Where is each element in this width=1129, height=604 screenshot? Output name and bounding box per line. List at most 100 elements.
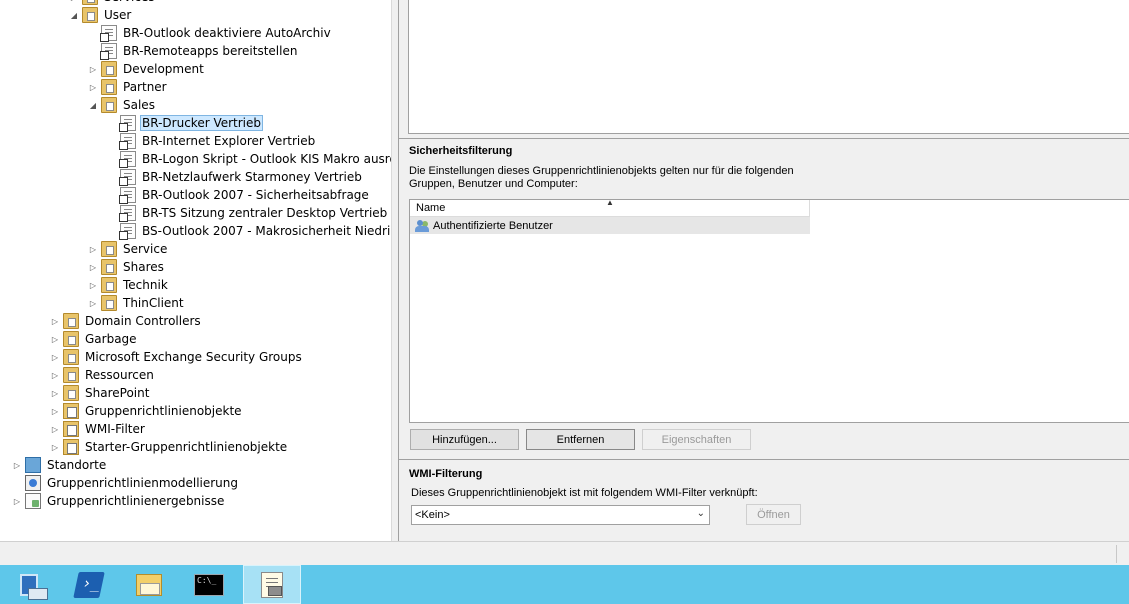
- tree-item-label: BR-Internet Explorer Vertrieb: [142, 134, 316, 148]
- tree-item[interactable]: ▷ SharePoint: [49, 384, 151, 402]
- remove-button[interactable]: Entfernen: [526, 429, 635, 450]
- tree-item[interactable]: ▷ Partner: [87, 78, 169, 96]
- expand-arrow-icon[interactable]: ▷: [49, 330, 61, 348]
- tree-item[interactable]: ▷ Gruppenrichtlinienergebnisse: [11, 492, 226, 510]
- wmi-filtering-title: WMI-Filterung: [409, 468, 483, 480]
- chevron-down-icon: ⌄: [696, 508, 705, 519]
- tree-item[interactable]: ▷ Standorte: [11, 456, 108, 474]
- expand-arrow-icon[interactable]: ▷: [49, 348, 61, 366]
- expand-arrow-icon[interactable]: ▷: [87, 276, 99, 294]
- wmi-filter-dropdown[interactable]: <Kein> ⌄: [411, 505, 710, 525]
- ou-folder-icon: [101, 79, 117, 95]
- tree-item-label: Services: [102, 0, 157, 5]
- expand-arrow-icon[interactable]: ▷: [87, 294, 99, 312]
- status-bar-separator: [1116, 545, 1117, 563]
- tree-item[interactable]: ▷ Ressourcen: [49, 366, 156, 384]
- tree-item[interactable]: ▷ WMI-Filter: [49, 420, 147, 438]
- results-icon: [25, 493, 41, 509]
- tree-item[interactable]: BR-Netzlaufwerk Starmoney Vertrieb: [106, 168, 364, 186]
- gpo-link-icon: [100, 43, 117, 60]
- tree-item[interactable]: ▷ ThinClient: [87, 294, 186, 312]
- tree-item[interactable]: ◢ Sales: [87, 96, 157, 114]
- ou-folder-icon: [101, 259, 117, 275]
- tree-item[interactable]: ▷ Service: [87, 240, 169, 258]
- status-bar: [0, 541, 1129, 565]
- gpo-link-icon: [119, 151, 136, 168]
- section-divider: [399, 459, 1129, 460]
- gpo-link-icon: [119, 223, 136, 240]
- group-policy-management-icon: [261, 571, 283, 598]
- tree-item-label: Sales: [123, 98, 155, 112]
- expand-arrow-icon[interactable]: ▷: [49, 402, 61, 420]
- column-header-name[interactable]: Name ▲: [410, 198, 810, 217]
- tree-item-label: BR-Logon Skript - Outlook KIS Makro ausr…: [142, 152, 392, 166]
- tree-item-label: Partner: [123, 80, 167, 94]
- tree-item[interactable]: ▷ Domain Controllers: [49, 312, 203, 330]
- expand-arrow-icon[interactable]: ▷: [49, 420, 61, 438]
- tree-item-label: BR-Outlook 2007 - Sicherheitsabfrage: [142, 188, 369, 202]
- tree-item[interactable]: ▷ Starter-Gruppenrichtlinienobjekte: [49, 438, 289, 456]
- tree-item[interactable]: ▷ Development: [87, 60, 206, 78]
- security-filter-list[interactable]: Name ▲ Authentifizierte Benutzer: [409, 198, 1129, 423]
- ou-folder-icon: [101, 97, 117, 113]
- tree-item[interactable]: ▷ Technik: [87, 276, 170, 294]
- tree-item[interactable]: ▷ Gruppenrichtlinienobjekte: [49, 402, 244, 420]
- taskbar-file-explorer[interactable]: [120, 565, 178, 604]
- tree-item[interactable]: ▷ Microsoft Exchange Security Groups: [49, 348, 304, 366]
- tree-item[interactable]: Gruppenrichtlinienmodellierung: [11, 474, 240, 492]
- expand-arrow-icon[interactable]: ▷: [49, 384, 61, 402]
- tree-item[interactable]: BR-TS Sitzung zentraler Desktop Vertrieb: [106, 204, 389, 222]
- tree-item[interactable]: BR-Outlook deaktiviere AutoArchiv: [87, 24, 333, 42]
- security-filtering-title: Sicherheitsfilterung: [409, 145, 513, 157]
- tree-item-label: SharePoint: [85, 386, 150, 400]
- gpo-folder-icon: [63, 439, 79, 455]
- tree-item[interactable]: BS-Outlook 2007 - Makrosicherheit Niedri…: [106, 222, 392, 240]
- ou-folder-icon: [101, 241, 117, 257]
- taskbar-command-prompt[interactable]: [180, 565, 238, 604]
- tree-item[interactable]: BR-Remoteapps bereitstellen: [87, 42, 299, 60]
- tree-item[interactable]: ▷ Shares: [87, 258, 166, 276]
- gpo-tree-pane[interactable]: ▷ Services ◢ User BR-Outlook deaktiviere Aut…: [0, 0, 392, 541]
- expand-arrow-icon[interactable]: ▷: [87, 240, 99, 258]
- gpo-link-icon: [119, 133, 136, 150]
- taskbar-server-manager[interactable]: [0, 565, 58, 604]
- list-item[interactable]: Authentifizierte Benutzer: [410, 217, 810, 234]
- tree-item[interactable]: ◢ User: [68, 6, 133, 24]
- taskbar-powershell[interactable]: [60, 565, 118, 604]
- tree-item-label: BR-Outlook deaktiviere AutoArchiv: [123, 26, 331, 40]
- expand-arrow-icon[interactable]: ▷: [87, 78, 99, 96]
- collapse-arrow-icon[interactable]: ◢: [87, 96, 99, 114]
- tree-item[interactable]: ▷ Garbage: [49, 330, 139, 348]
- expand-arrow-icon[interactable]: ▷: [49, 312, 61, 330]
- tree-scrollbar[interactable]: [391, 0, 398, 541]
- tree-item[interactable]: BR-Drucker Vertrieb: [106, 114, 264, 132]
- open-button[interactable]: Öffnen: [746, 504, 801, 525]
- expand-arrow-icon[interactable]: ▷: [49, 366, 61, 384]
- tree-item-label: Shares: [123, 260, 164, 274]
- properties-button[interactable]: Eigenschaften: [642, 429, 751, 450]
- taskbar-group-policy-management[interactable]: [243, 565, 301, 604]
- expand-arrow-icon[interactable]: ▷: [11, 456, 23, 474]
- tree-item-label: BR-Netzlaufwerk Starmoney Vertrieb: [142, 170, 362, 184]
- powershell-icon: [73, 571, 105, 598]
- add-button[interactable]: Hinzufügen...: [410, 429, 519, 450]
- gpo-links-list[interactable]: [408, 0, 1129, 134]
- expand-arrow-icon[interactable]: ▷: [87, 258, 99, 276]
- tree-item[interactable]: BR-Outlook 2007 - Sicherheitsabfrage: [106, 186, 371, 204]
- gpo-folder-icon: [63, 403, 79, 419]
- tree-item-label: BR-Remoteapps bereitstellen: [123, 44, 298, 58]
- expand-arrow-icon[interactable]: ▷: [49, 438, 61, 456]
- list-item-name: Authentifizierte Benutzer: [433, 219, 553, 232]
- security-filtering-description-line1: Die Einstellungen dieses Gruppenrichtlin…: [409, 165, 794, 177]
- tree-item-label: Technik: [123, 278, 168, 292]
- tree-item-label: Gruppenrichtlinienobjekte: [85, 404, 242, 418]
- expand-arrow-icon[interactable]: ▷: [11, 492, 23, 510]
- tree-item-label: Ressourcen: [85, 368, 154, 382]
- tree-item[interactable]: BR-Internet Explorer Vertrieb: [106, 132, 317, 150]
- collapse-arrow-icon[interactable]: ◢: [68, 6, 80, 24]
- tree-item[interactable]: BR-Logon Skript - Outlook KIS Makro ausr…: [106, 150, 392, 168]
- expand-arrow-icon[interactable]: ▷: [87, 60, 99, 78]
